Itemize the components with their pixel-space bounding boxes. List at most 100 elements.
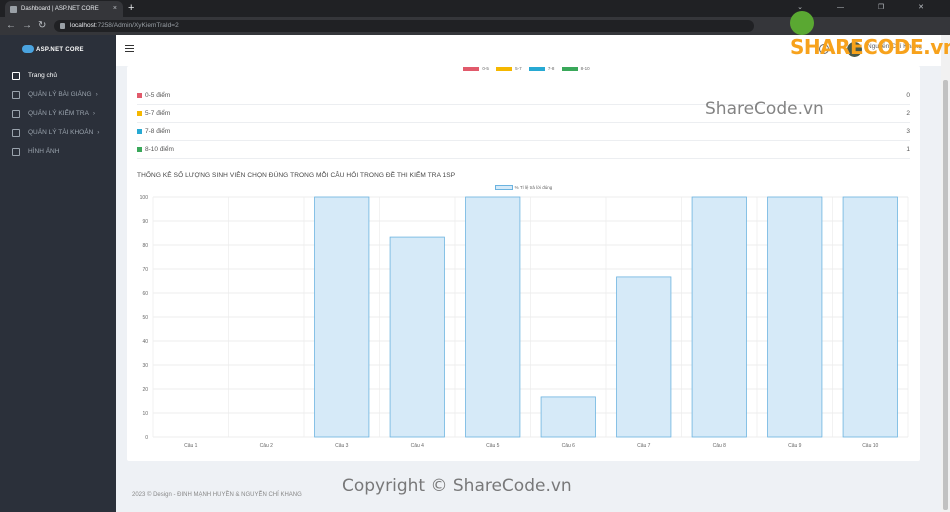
score-count: 3 bbox=[906, 128, 910, 135]
chart-title: THỐNG KÊ SỐ LƯỢNG SINH VIÊN CHỌN ĐÚNG TR… bbox=[137, 172, 456, 179]
score-label: 5-7 điểm bbox=[145, 110, 171, 117]
bar bbox=[540, 396, 596, 438]
stats-card: 0-5 5-7 7-8 8-10 0-5 điểm 0 5-7 điểm 2 7… bbox=[127, 66, 920, 461]
reload-icon[interactable]: ↻ bbox=[38, 17, 46, 35]
legend-label: 8-10 bbox=[580, 66, 590, 71]
x-tick-label: Câu 2 bbox=[260, 443, 274, 449]
score-count: 0 bbox=[906, 92, 910, 99]
score-dot bbox=[137, 128, 142, 134]
sidebar-item-label: QUẢN LÝ BÀI GIẢNG bbox=[28, 91, 92, 98]
bar bbox=[314, 196, 370, 438]
main-content: 0-5 5-7 7-8 8-10 0-5 điểm 0 5-7 điểm 2 7… bbox=[116, 66, 941, 512]
page-scrollbar[interactable] bbox=[941, 35, 950, 512]
chevron-right-icon: › bbox=[95, 91, 98, 98]
score-label: 7-8 điểm bbox=[145, 128, 171, 135]
legend-label: 7-8 bbox=[547, 66, 555, 71]
brand-logo-icon bbox=[22, 45, 34, 54]
lock-icon bbox=[60, 23, 65, 29]
legend-swatch[interactable] bbox=[528, 66, 545, 71]
sidebar-item-images[interactable]: HÌNH ẢNH bbox=[0, 145, 116, 159]
sharecode-logo-icon bbox=[790, 10, 814, 35]
score-dot bbox=[137, 146, 142, 152]
chart-legend[interactable]: % Tỉ lệ trả lời đúng bbox=[127, 185, 920, 191]
legend-swatch[interactable] bbox=[561, 66, 578, 71]
forward-icon[interactable]: → bbox=[22, 17, 32, 35]
user-icon bbox=[12, 129, 20, 137]
address-bar[interactable]: localhost:7258/Admin/XyKiemTraId=2 bbox=[54, 20, 754, 32]
bar bbox=[691, 196, 747, 438]
new-tab-button[interactable]: + bbox=[128, 0, 134, 16]
score-row: 7-8 điểm 3 bbox=[137, 123, 910, 141]
bar bbox=[767, 196, 823, 438]
sidebar-item-tests[interactable]: QUẢN LÝ KIỂM TRA › bbox=[0, 107, 116, 121]
sidebar-item-label: QUẢN LÝ KIỂM TRA bbox=[28, 110, 89, 117]
url-host: localhost bbox=[70, 22, 96, 29]
sharecode-logo-text: SHARECODE.vn bbox=[790, 34, 950, 59]
tab-close-icon[interactable]: × bbox=[113, 1, 117, 17]
sidebar-item-accounts[interactable]: QUẢN LÝ TÀI KHOẢN › bbox=[0, 126, 116, 140]
y-tick-label: 90 bbox=[142, 219, 148, 225]
bar bbox=[389, 236, 445, 438]
x-tick-label: Câu 10 bbox=[862, 443, 878, 449]
favicon-icon bbox=[10, 6, 17, 13]
x-tick-label: Câu 4 bbox=[411, 443, 425, 449]
legend-swatch[interactable] bbox=[496, 66, 513, 71]
sharecode-logo: SHARECODE.vn bbox=[790, 9, 950, 59]
clipboard-icon bbox=[12, 110, 20, 118]
footer: 2023 © Design - ĐINH MẠNH HUYỀN & NGUYỄN… bbox=[132, 492, 302, 498]
y-tick-label: 30 bbox=[142, 363, 148, 369]
x-tick-label: Câu 3 bbox=[335, 443, 349, 449]
bar bbox=[465, 196, 521, 438]
score-dot bbox=[137, 110, 142, 116]
sidebar: ASP.NET CORE Trang chủ QUẢN LÝ BÀI GIẢNG… bbox=[0, 35, 116, 512]
menu-toggle-icon[interactable] bbox=[125, 45, 134, 52]
watermark-copyright: Copyright © ShareCode.vn bbox=[342, 476, 572, 496]
sidebar-item-home[interactable]: Trang chủ bbox=[0, 69, 116, 83]
chart-legend-label: % Tỉ lệ trả lời đúng bbox=[514, 185, 553, 190]
y-tick-label: 40 bbox=[142, 339, 148, 345]
x-tick-label: Câu 1 bbox=[184, 443, 198, 449]
browser-tab[interactable]: Dashboard | ASP.NET CORE × bbox=[5, 1, 123, 17]
chevron-right-icon: › bbox=[97, 129, 100, 136]
score-count: 1 bbox=[906, 146, 910, 153]
sidebar-item-label: HÌNH ẢNH bbox=[28, 148, 60, 155]
bar-chart: 0 10 20 30 40 50 60 70 80 90 100 Câu 1 Câu 2 Câu 3 Câu… bbox=[140, 195, 909, 449]
score-legend: 0-5 5-7 7-8 8-10 bbox=[127, 66, 920, 74]
sidebar-item-label: QUẢN LÝ TÀI KHOẢN bbox=[28, 129, 94, 136]
y-tick-label: 60 bbox=[142, 291, 148, 297]
x-tick-label: Câu 5 bbox=[486, 443, 500, 449]
tab-title: Dashboard | ASP.NET CORE bbox=[21, 6, 99, 12]
score-row: 8-10 điểm 1 bbox=[137, 141, 910, 159]
y-tick-label: 10 bbox=[142, 411, 148, 417]
legend-label: 5-7 bbox=[515, 66, 522, 71]
sidebar-item-lectures[interactable]: QUẢN LÝ BÀI GIẢNG › bbox=[0, 88, 116, 102]
y-tick-label: 0 bbox=[145, 435, 148, 441]
chevron-right-icon: › bbox=[92, 110, 96, 117]
y-tick-label: 20 bbox=[142, 387, 148, 393]
legend-label: 0-5 bbox=[482, 66, 489, 71]
score-count: 2 bbox=[906, 110, 910, 117]
score-label: 0-5 điểm bbox=[145, 92, 171, 99]
x-tick-label: Câu 7 bbox=[637, 443, 651, 449]
bar bbox=[616, 276, 672, 438]
chart-legend-swatch bbox=[494, 185, 513, 191]
back-icon[interactable]: ← bbox=[6, 17, 16, 35]
sidebar-item-label: Trang chủ bbox=[28, 72, 58, 79]
score-dot bbox=[137, 92, 142, 98]
legend-swatch[interactable] bbox=[463, 66, 480, 71]
y-tick-label: 70 bbox=[142, 267, 148, 273]
brand-label: ASP.NET CORE bbox=[36, 47, 84, 53]
x-tick-label: Câu 8 bbox=[713, 443, 727, 449]
image-icon bbox=[12, 148, 20, 156]
y-tick-label: 50 bbox=[142, 315, 148, 321]
scrollbar-thumb[interactable] bbox=[943, 80, 948, 510]
brand[interactable]: ASP.NET CORE bbox=[22, 45, 84, 55]
url-path: :7258/Admin/XyKiemTraId=2 bbox=[95, 22, 179, 29]
score-label: 8-10 điểm bbox=[145, 146, 174, 153]
y-tick-label: 80 bbox=[142, 243, 148, 249]
watermark-text: ShareCode.vn bbox=[705, 99, 824, 119]
bar bbox=[842, 196, 898, 438]
y-tick-label: 100 bbox=[140, 195, 149, 201]
x-tick-label: Câu 9 bbox=[788, 443, 802, 449]
x-tick-label: Câu 6 bbox=[562, 443, 576, 449]
